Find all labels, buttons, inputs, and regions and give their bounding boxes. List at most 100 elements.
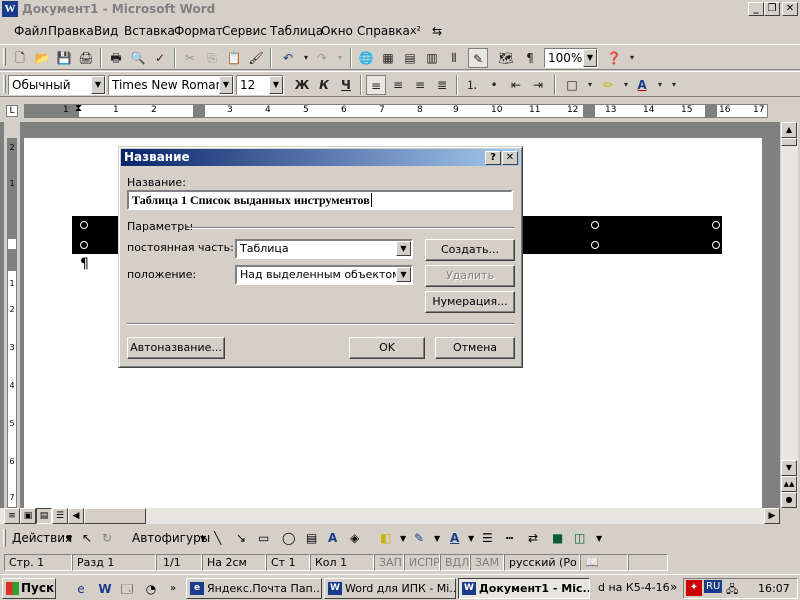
vertical-scrollbar[interactable]: ▲ ▼ ▲▲ ● <box>780 122 798 508</box>
font-size-select[interactable]: 12 ▼ <box>236 75 284 95</box>
drawing-icon[interactable]: ✎ <box>468 48 488 68</box>
cancel-button[interactable]: Отмена <box>435 337 515 359</box>
chevron-down-icon[interactable]: ▼ <box>269 76 283 94</box>
arrow-icon[interactable]: ↘ <box>236 531 246 545</box>
chevron-down-icon[interactable]: ▼ <box>400 534 406 543</box>
start-button[interactable]: Пуск <box>2 578 56 599</box>
font-select[interactable]: Times New Roman ▼ <box>108 75 234 95</box>
chevron-down-icon[interactable]: ▼ <box>91 76 105 94</box>
clock[interactable]: 16:07 <box>758 582 790 595</box>
select-objects-icon[interactable]: ↖ <box>82 531 92 545</box>
move-icon[interactable]: ⇆ <box>432 24 442 38</box>
print-icon[interactable]: 🖶 <box>106 48 126 68</box>
column-marker[interactable] <box>705 105 717 117</box>
task-yandex[interactable]: e Яндекс.Почта Пап... <box>186 578 322 599</box>
redo-icon[interactable]: ↷ <box>312 48 332 68</box>
redo-dropdown-icon[interactable]: ▾ <box>330 48 350 68</box>
menu-table[interactable]: Таблица <box>270 24 323 38</box>
close-window-button[interactable]: ✕ <box>782 2 798 16</box>
antivirus-icon[interactable]: ✦ <box>686 580 702 596</box>
new-label-button[interactable]: Создать... <box>425 239 515 261</box>
task-document1[interactable]: W Документ1 - Mic... <box>458 578 590 599</box>
chevron-down-icon[interactable]: ▼ <box>583 49 597 67</box>
help-icon[interactable]: ❓ <box>604 48 624 68</box>
position-select[interactable]: Над выделенным объектом ▼ <box>235 265 413 285</box>
dash-style-icon[interactable]: ┅ <box>506 531 513 545</box>
cut-icon[interactable]: ✂ <box>180 48 200 68</box>
language-indicator[interactable]: RU <box>704 580 723 593</box>
word-app-icon[interactable]: W <box>2 1 18 17</box>
arrow-style-icon[interactable]: ⇄ <box>528 531 538 545</box>
numbering-button[interactable]: Нумерация... <box>425 291 515 313</box>
network-icon[interactable]: 🖧 <box>726 581 738 600</box>
menu-format[interactable]: Формат <box>174 24 223 38</box>
numbering-icon[interactable]: ⒈ <box>462 75 482 95</box>
justify-icon[interactable]: ≣ <box>432 75 452 95</box>
print-preview-icon[interactable]: 🔍 <box>128 48 148 68</box>
more-tasks-icon[interactable]: » <box>670 580 677 594</box>
menu-tools[interactable]: Сервис <box>222 24 267 38</box>
font-color-icon[interactable]: A <box>632 75 652 95</box>
line-style-icon[interactable]: ☰ <box>482 531 493 545</box>
fill-color-icon[interactable]: ◧ <box>380 531 391 545</box>
insert-table-icon[interactable]: ▤ <box>400 48 420 68</box>
horizontal-scrollbar[interactable]: ≡ ▣ ▤ ☰ ◀ ▶ <box>0 508 780 524</box>
open-icon[interactable]: 📂 <box>32 48 52 68</box>
actions-menu[interactable]: Действия <box>12 531 72 545</box>
ie-icon[interactable]: e <box>72 580 90 598</box>
task-word-ipk[interactable]: W Word для ИПК - Mi... <box>324 578 456 599</box>
autocaption-button[interactable]: Автоназвание... <box>127 337 225 359</box>
copy-icon[interactable]: ⎘ <box>202 48 222 68</box>
hscroll-thumb[interactable] <box>84 508 146 524</box>
menu-edit[interactable]: Правка <box>48 24 94 38</box>
scroll-right-icon[interactable]: ▶ <box>764 508 780 524</box>
undo-icon[interactable]: ↶ <box>278 48 298 68</box>
toolbar-options-icon[interactable]: ▼ <box>596 534 602 543</box>
scroll-down-icon[interactable]: ▼ <box>781 460 797 476</box>
chevron-down-icon[interactable]: ▼ <box>200 534 206 543</box>
underline-button[interactable]: Ч <box>336 75 356 95</box>
chevron-down-icon[interactable]: ▼ <box>468 534 474 543</box>
font-color-icon[interactable]: A <box>450 531 459 545</box>
line-icon[interactable]: ╲ <box>214 531 221 545</box>
restore-button[interactable]: ❐ <box>764 2 780 16</box>
outline-view-icon[interactable]: ☰ <box>52 508 68 524</box>
chevron-down-icon[interactable]: ▼ <box>396 241 411 256</box>
clipart-icon[interactable]: ◈ <box>350 531 359 545</box>
status-rec[interactable]: ЗАП <box>374 554 404 571</box>
menu-view[interactable]: Вид <box>94 24 118 38</box>
zoom-select[interactable]: 100% ▼ <box>544 48 598 68</box>
paste-icon[interactable]: 📋 <box>224 48 244 68</box>
indent-marker-icon[interactable]: ⧗ <box>75 103 82 114</box>
permission-icon[interactable]: 🖨 <box>76 48 96 68</box>
bold-button[interactable]: Ж <box>292 75 312 95</box>
chevron-down-icon[interactable]: ▼ <box>396 267 411 282</box>
align-center-icon[interactable]: ≡ <box>388 75 408 95</box>
word-icon[interactable]: W <box>96 580 114 598</box>
superscript-icon[interactable]: x² <box>410 24 421 37</box>
toolbar-options-icon[interactable]: ▾ <box>622 48 642 68</box>
status-ovr[interactable]: ЗАМ <box>470 554 504 571</box>
wordart-icon[interactable]: A <box>328 531 337 545</box>
browse-object-icon[interactable]: ● <box>781 492 797 508</box>
desktop-icon[interactable]: 🗔 <box>118 580 136 598</box>
decrease-indent-icon[interactable]: ⇤ <box>506 75 526 95</box>
column-marker[interactable] <box>583 105 595 117</box>
toolbar-grip[interactable] <box>3 75 6 93</box>
status-trk[interactable]: ИСПР <box>404 554 440 571</box>
spelling-status-icon[interactable]: 📖 <box>580 554 628 571</box>
increase-indent-icon[interactable]: ⇥ <box>528 75 548 95</box>
menu-help[interactable]: Справка <box>357 24 410 38</box>
delete-label-button[interactable]: Удалить <box>425 265 515 287</box>
column-marker[interactable] <box>193 105 205 117</box>
vertical-ruler-track[interactable]: 2 1 1 2 3 4 5 6 7 <box>7 138 17 508</box>
highlight-icon[interactable]: ✏ <box>598 75 618 95</box>
format-painter-icon[interactable]: 🖌 <box>246 48 266 68</box>
menu-window[interactable]: Окно <box>321 24 353 38</box>
rectangle-icon[interactable]: ▭ <box>258 531 269 545</box>
toolbar-options-icon[interactable]: ▾ <box>664 75 684 95</box>
toolbar-grip[interactable] <box>3 529 6 547</box>
outlook-icon[interactable]: ◔ <box>142 580 160 598</box>
minimize-button[interactable]: _ <box>748 2 764 16</box>
align-left-icon[interactable]: ≡ <box>366 75 386 95</box>
